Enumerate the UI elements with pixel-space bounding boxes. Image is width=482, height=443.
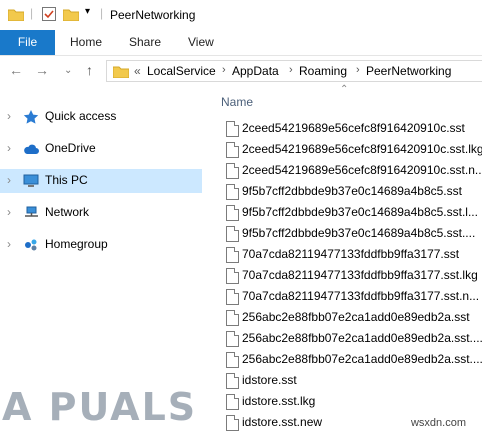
file-icon [226,331,239,347]
sidebar-item-label: This PC [45,173,88,187]
separator: | [100,6,104,20]
file-icon [226,205,239,221]
file-name: 70a7cda82119477133fddfbb9ffa3177.sst [242,247,460,261]
file-row[interactable]: idstore.sst.lkg [222,393,482,414]
file-name: 256abc2e88fbb07e2ca1add0e89edb2a.sst.... [242,331,482,345]
file-name: 2ceed54219689e56cefc8f916420910c.sst [242,121,465,135]
file-row[interactable]: 256abc2e88fbb07e2ca1add0e89edb2a.sst.... [222,351,482,372]
sidebar-item-homegroup[interactable]: › Homegroup [0,233,202,257]
chevron-right-icon[interactable]: › [7,173,11,187]
up-arrow-icon[interactable]: ↑ [86,62,93,78]
appuals-watermark-logo: A PUALS [2,385,198,429]
file-icon [226,268,239,284]
properties-checkbox-icon[interactable] [42,7,56,21]
file-row[interactable]: 9f5b7cff2dbbde9b37e0c14689a4b8c5.sst [222,183,482,204]
computer-icon [23,174,39,187]
tab-share[interactable]: Share [129,30,161,55]
file-row[interactable]: 2ceed54219689e56cefc8f916420910c.sst.n..… [222,162,482,183]
file-icon [226,415,239,431]
customize-toolbar-dropdown[interactable]: ▾ [85,6,90,17]
file-row[interactable]: 70a7cda82119477133fddfbb9ffa3177.sst.lkg [222,267,482,288]
file-name: 256abc2e88fbb07e2ca1add0e89edb2a.sst.... [242,352,482,366]
chevron-right-icon[interactable]: › [7,205,11,219]
tab-file[interactable]: File [0,30,55,55]
file-icon [226,121,239,137]
file-name: 70a7cda82119477133fddfbb9ffa3177.sst.n..… [242,289,480,303]
breadcrumb-localservice[interactable]: LocalService [147,64,216,78]
folder-icon [8,9,24,21]
sidebar-item-label: Network [45,205,90,219]
folder-icon [113,66,129,78]
sidebar-item-label: OneDrive [45,141,96,155]
breadcrumb-separator[interactable]: › [289,64,293,76]
file-row[interactable]: 256abc2e88fbb07e2ca1add0e89edb2a.sst.... [222,330,482,351]
column-header-name[interactable]: Name [221,95,253,109]
star-icon [23,110,39,124]
file-icon [226,247,239,263]
file-name: 9f5b7cff2dbbde9b37e0c14689a4b8c5.sst.... [242,226,476,240]
sidebar-item-label: Homegroup [45,237,108,251]
sidebar-item-quick-access[interactable]: › Quick access [0,105,202,129]
chevron-right-icon[interactable]: › [7,237,11,251]
file-name: 70a7cda82119477133fddfbb9ffa3177.sst.lkg [242,268,478,282]
file-row[interactable]: 70a7cda82119477133fddfbb9ffa3177.sst.n..… [222,288,482,309]
chevron-right-icon[interactable]: › [7,109,11,123]
address-bar-area: ← → ⌄ ↑ « LocalService › AppData › Roami… [0,56,482,86]
file-icon [226,289,239,305]
homegroup-icon [25,239,37,251]
file-row[interactable]: 70a7cda82119477133fddfbb9ffa3177.sst [222,246,482,267]
tab-view[interactable]: View [188,30,214,55]
breadcrumb-roaming[interactable]: Roaming [299,64,347,78]
back-arrow-icon[interactable]: ← [9,62,23,78]
breadcrumb-separator[interactable]: › [356,64,360,76]
new-folder-icon[interactable] [63,8,79,21]
site-watermark: wsxdn.com [410,417,466,429]
file-row[interactable]: 256abc2e88fbb07e2ca1add0e89edb2a.sst [222,309,482,330]
sidebar-item-this-pc[interactable]: › This PC [0,169,202,193]
file-icon [226,142,239,158]
file-row[interactable]: 2ceed54219689e56cefc8f916420910c.sst [222,120,482,141]
file-icon [226,184,239,200]
file-row[interactable]: 9f5b7cff2dbbde9b37e0c14689a4b8c5.sst.... [222,225,482,246]
recent-locations-chevron-icon[interactable]: ⌄ [64,65,72,76]
file-name: 2ceed54219689e56cefc8f916420910c.sst.lkg [242,142,482,156]
sidebar-item-network[interactable]: › Network [0,201,202,225]
address-bar[interactable]: « LocalService › AppData › Roaming › Pee… [106,60,482,82]
window-title: PeerNetworking [110,8,196,22]
file-icon [226,352,239,368]
file-icon [226,394,239,410]
ribbon: File Home Share View [0,30,482,56]
network-icon [25,206,38,217]
file-name: idstore.sst.lkg [242,394,316,408]
file-row[interactable]: idstore.sst [222,372,482,393]
chevron-right-icon[interactable]: › [7,141,11,155]
breadcrumb-separator[interactable]: › [222,64,226,76]
file-icon [226,373,239,389]
breadcrumb-overflow[interactable]: « [134,64,141,78]
breadcrumb-peernetworking[interactable]: PeerNetworking [366,64,451,78]
cloud-icon [24,144,39,154]
file-name: 256abc2e88fbb07e2ca1add0e89edb2a.sst [242,310,470,324]
file-name: 2ceed54219689e56cefc8f916420910c.sst.n..… [242,163,482,177]
file-row[interactable]: 2ceed54219689e56cefc8f916420910c.sst.lkg [222,141,482,162]
file-icon [226,310,239,326]
file-row[interactable]: 9f5b7cff2dbbde9b37e0c14689a4b8c5.sst.l..… [222,204,482,225]
file-icon [226,163,239,179]
sort-up-icon: ⌃ [340,84,349,95]
sidebar-item-label: Quick access [45,109,117,123]
tab-home[interactable]: Home [70,30,102,55]
separator: | [30,6,34,20]
forward-arrow-icon[interactable]: → [35,62,49,78]
breadcrumb-appdata[interactable]: AppData [232,64,279,78]
file-name: idstore.sst.new [242,415,323,429]
title-bar: | ▾ | PeerNetworking [0,0,482,30]
file-name: 9f5b7cff2dbbde9b37e0c14689a4b8c5.sst [242,184,462,198]
file-name: 9f5b7cff2dbbde9b37e0c14689a4b8c5.sst.l..… [242,205,478,219]
file-icon [226,226,239,242]
sidebar-item-onedrive[interactable]: › OneDrive [0,137,202,161]
file-name: idstore.sst [242,373,297,387]
